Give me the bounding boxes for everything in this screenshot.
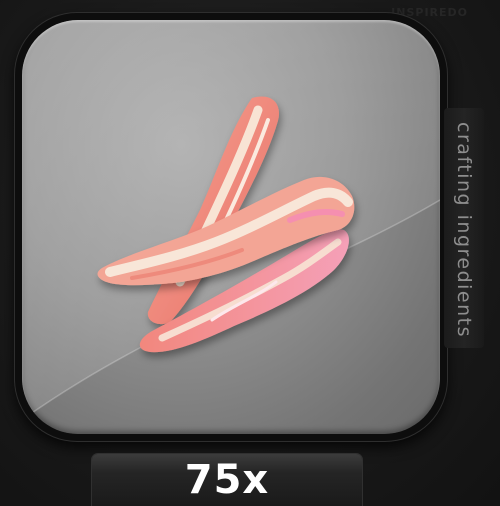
quantity-bar: 75x <box>92 454 362 506</box>
quantity-count: 75x <box>184 457 270 503</box>
category-label: crafting ingredients <box>453 121 475 339</box>
bacon-strips-icon <box>97 96 355 353</box>
